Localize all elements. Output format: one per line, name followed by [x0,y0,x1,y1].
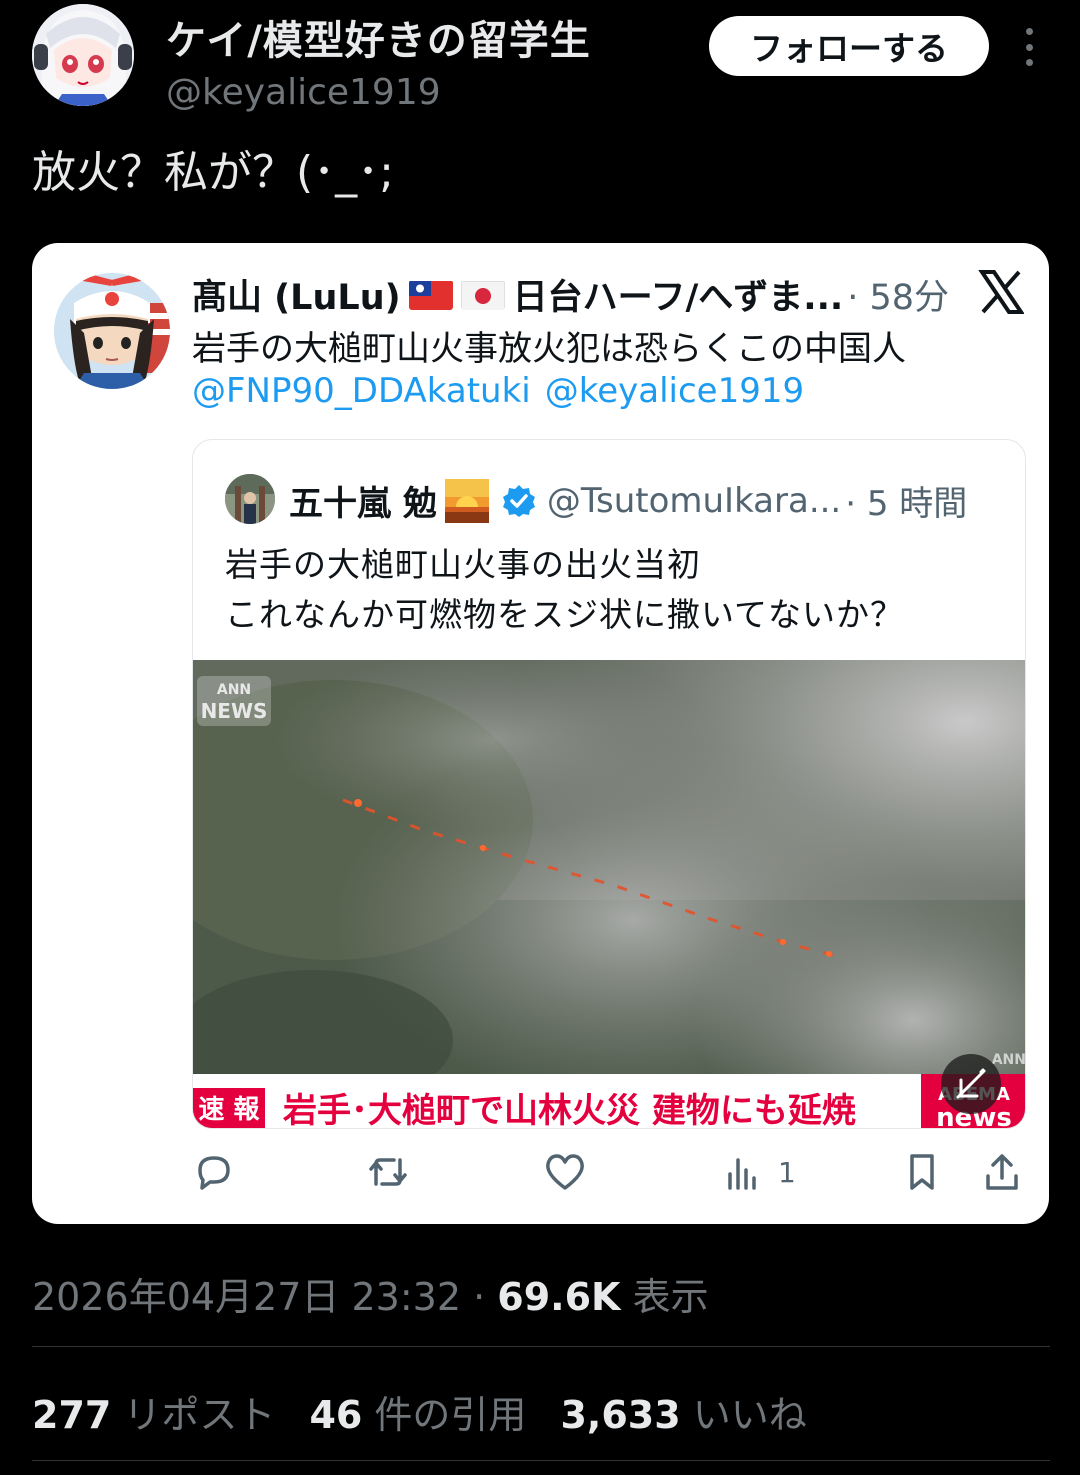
ann-watermark-bottom: NEWS [201,699,268,723]
tweet-actions: 1 [192,1147,1032,1197]
share-icon[interactable] [980,1147,1024,1197]
divider [32,1460,1050,1461]
reposts-label: リポスト [123,1393,276,1437]
quoted-author-avatar [54,273,170,389]
mention-link[interactable]: @keyalice1919 [545,371,804,411]
nested-author-avatar [225,474,275,524]
japan-flag-icon [460,280,505,310]
news-video-thumbnail[interactable]: ANN NEWS ANN 速 報 岩手･大槌町で山林火災 建物にも延焼 ABEM… [193,660,1026,1129]
nested-text-line: 岩手の大槌町山火事の出火当初 [225,545,701,584]
tweet-text: 放火？私が？(･_･; [32,147,394,198]
bookmark-icon[interactable] [902,1147,942,1197]
views-label: 表示 [632,1275,709,1319]
reply-icon[interactable] [192,1147,236,1197]
more-options-icon[interactable] [1017,22,1041,72]
quotes-label: 件の引用 [374,1393,527,1437]
likes-count: 3,633 [560,1393,681,1437]
divider [32,1346,1050,1347]
meta-separator: · [461,1275,498,1319]
like-icon[interactable] [542,1147,588,1197]
nested-header: 五十嵐 勉 @TsutomuIkara... · 5 時間 [289,476,967,525]
follow-button[interactable]: フォローする [709,16,989,76]
views-total: 69.6K [497,1275,621,1319]
views-button[interactable]: 1 [724,1147,796,1197]
mention-link[interactable]: @FNP90_DDAkatuki [192,371,531,411]
x-logo-icon [978,269,1025,315]
views-icon [728,1158,756,1190]
tweet-meta: 2026年04月27日 23:32 · 69.6K 表示 [32,1266,709,1321]
quoted-mentions: @FNP90_DDAkatuki @keyalice1919 [192,371,818,411]
reposts-stat[interactable]: 277 リポスト [32,1384,275,1439]
engagement-stats: 277 リポスト 46 件の引用 3,633 いいね [32,1384,807,1439]
nested-text-line: これなんか可燃物をスジ状に撒いてないか？ [225,595,905,634]
nested-text: 岩手の大槌町山火事の出火当初 これなんか可燃物をスジ状に撒いてないか？ [225,540,904,640]
quoted-name-suffix: 日台ハーフ/へずま... [512,278,844,318]
author-handle[interactable]: @keyalice1919 [166,72,591,113]
quoted-time: · 58分 [847,278,949,318]
breaking-label: 速 報 [198,1095,260,1125]
taiwan-flag-icon [408,280,453,310]
news-caption: 岩手･大槌町で山林火災 建物にも延焼 [282,1091,856,1129]
nested-handle: @TsutomuIkara... [546,480,842,521]
quotes-stat[interactable]: 46 件の引用 [309,1384,526,1439]
nested-time: · 5 時間 [845,484,968,524]
author-display-name[interactable]: ケイ/模型好きの留学生 [166,8,591,66]
quoted-image-card[interactable]: 髙山 (LuLu) 日台ハーフ/へずま... · 58分 岩手の大槌町山火事放火… [32,243,1049,1224]
likes-stat[interactable]: 3,633 いいね [560,1384,806,1439]
sunrise-icon [444,478,489,523]
nested-quote[interactable]: 五十嵐 勉 @TsutomuIkara... · 5 時間 岩手の大槌町山火事の… [192,439,1026,1129]
author-avatar[interactable] [32,4,134,106]
quotes-count: 46 [309,1393,363,1437]
quoted-text: 岩手の大槌町山火事放火犯は恐らくこの中国人 [192,329,906,369]
ann-corner-text: ANN [992,1052,1026,1068]
timestamp[interactable]: 2026年04月27日 23:32 [32,1275,461,1319]
nested-display-name: 五十嵐 勉 [289,484,437,524]
views-count: 1 [778,1155,796,1189]
quoted-header: 髙山 (LuLu) 日台ハーフ/へずま... · 58分 [192,269,949,320]
verified-badge-icon [501,483,537,519]
tweet-header: ケイ/模型好きの留学生 @keyalice1919 フォローする [32,4,1052,114]
ann-watermark-top: ANN [217,682,251,698]
likes-label: いいね [692,1393,807,1437]
repost-icon[interactable] [364,1147,412,1197]
reposts-count: 277 [32,1393,112,1437]
quoted-display-name: 髙山 (LuLu) [192,278,401,318]
